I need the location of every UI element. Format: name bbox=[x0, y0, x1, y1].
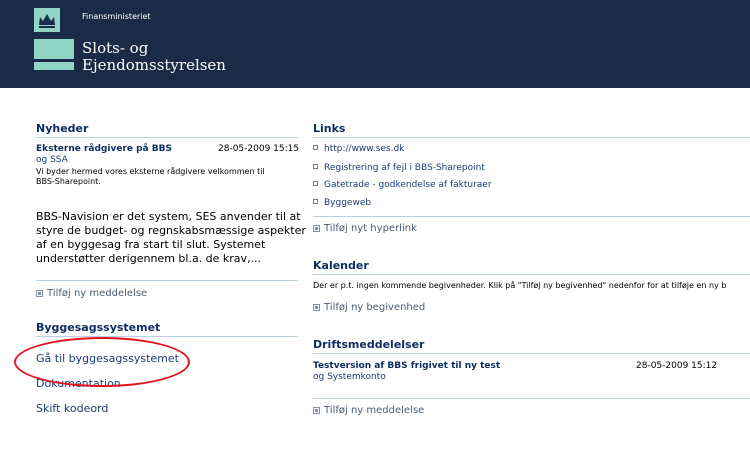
byggesag-title: Byggesagssystemet bbox=[36, 321, 161, 334]
news-body-line-1: BBS-Navision er det system, SES anvender… bbox=[36, 210, 301, 223]
add-event-label: Tilføj ny begivenhed bbox=[324, 302, 426, 313]
drift-item-title[interactable]: Testversion af BBS frigivet til ny test bbox=[313, 361, 500, 372]
add-icon bbox=[36, 290, 43, 297]
news-divider bbox=[36, 137, 298, 138]
org-name-line2: Ejendomsstyrelsen bbox=[82, 56, 226, 74]
news-footer-divider bbox=[36, 280, 298, 281]
bullet-icon bbox=[313, 181, 318, 186]
drift-item-author[interactable]: og Systemkonto bbox=[313, 372, 386, 383]
add-hyperlink-label: Tilføj nyt hyperlink bbox=[324, 223, 417, 234]
news-title: Nyheder bbox=[36, 122, 89, 135]
bullet-icon bbox=[313, 199, 318, 204]
news-item-author[interactable]: og SSA bbox=[36, 155, 68, 166]
add-news-link[interactable]: Tilføj ny meddelelse bbox=[36, 288, 147, 300]
link-item[interactable]: Registrering af fejl i BBS-Sharepoint bbox=[313, 163, 485, 174]
calendar-empty-text: Der er p.t. ingen kommende begivenheder.… bbox=[313, 281, 727, 290]
add-icon bbox=[313, 304, 320, 311]
add-drift-link[interactable]: Tilføj ny meddelelse bbox=[313, 405, 424, 417]
news-body-line-3: af en byggesag fra start til slut. Syste… bbox=[36, 238, 266, 251]
byggesag-divider bbox=[36, 336, 298, 337]
add-news-label: Tilføj ny meddelelse bbox=[47, 288, 148, 299]
add-drift-label: Tilføj ny meddelelse bbox=[324, 405, 425, 416]
drift-item-date: 28-05-2009 15:12 bbox=[636, 361, 718, 371]
add-icon bbox=[313, 407, 320, 414]
site-header: Finansministeriet Slots- og Ejendomsstyr… bbox=[0, 0, 750, 88]
news-body-line-2: styre de budget- og regnskabsmæssige asp… bbox=[36, 224, 306, 237]
links-footer-divider bbox=[313, 216, 750, 217]
news-item-summary-2: BBS-Sharepoint. bbox=[36, 177, 101, 186]
drift-footer-divider bbox=[313, 398, 750, 399]
add-event-link[interactable]: Tilføj ny begivenhed bbox=[313, 302, 425, 314]
add-hyperlink-link[interactable]: Tilføj nyt hyperlink bbox=[313, 223, 417, 235]
logo-bar-top bbox=[34, 39, 74, 59]
change-password-link[interactable]: Skift kodeord bbox=[36, 402, 108, 416]
crown-logo-icon bbox=[34, 8, 60, 32]
news-item-title[interactable]: Eksterne rådgivere på BBS bbox=[36, 144, 172, 155]
link-item[interactable]: Gatetrade - godkendelse af fakturaer bbox=[313, 180, 492, 191]
links-title: Links bbox=[313, 122, 346, 135]
calendar-title: Kalender bbox=[313, 259, 369, 272]
calendar-divider bbox=[313, 274, 750, 275]
ministry-name: Finansministeriet bbox=[82, 12, 151, 21]
add-icon bbox=[313, 225, 320, 232]
drift-divider bbox=[313, 353, 750, 354]
logo-bar-bottom bbox=[34, 62, 74, 70]
links-divider bbox=[313, 137, 750, 138]
org-name-line1: Slots- og bbox=[82, 39, 149, 57]
bullet-icon bbox=[313, 164, 318, 169]
red-annotation-circle bbox=[14, 337, 190, 387]
bullet-icon bbox=[313, 145, 318, 150]
drift-title: Driftsmeddelelser bbox=[313, 338, 425, 351]
link-item[interactable]: http://www.ses.dk bbox=[313, 144, 404, 155]
news-item-date: 28-05-2009 15:15 bbox=[218, 144, 300, 154]
link-item[interactable]: Byggeweb bbox=[313, 198, 371, 209]
news-body-line-4: understøtter derigennem bl.a. de krav,..… bbox=[36, 252, 262, 265]
